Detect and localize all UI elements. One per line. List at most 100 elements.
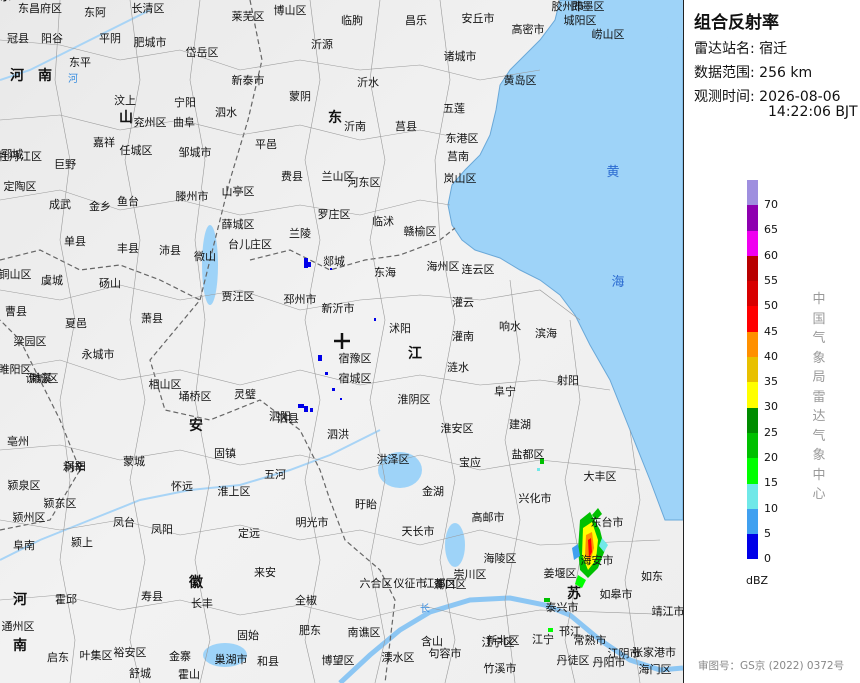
city-label: 肥东	[299, 624, 321, 637]
city-label: 响水	[499, 320, 521, 333]
province-label: 河	[10, 67, 24, 84]
city-label: 泗洪	[327, 427, 349, 441]
time-clock: 14:22:06 BJT	[768, 104, 858, 120]
radar-map[interactable]: 东昌府区 东阿 长清区莱芜区 博山区临朐 昌乐 安丘市高密市胶州市城阳区即墨区崂山区冠县阳…	[0, 0, 683, 683]
legend-swatch	[747, 205, 758, 231]
legend-swatch	[747, 534, 758, 560]
city-label: 灌云	[452, 296, 474, 309]
province-label: 苏	[567, 585, 581, 602]
legend-swatch	[747, 483, 758, 509]
city-label: 来安	[254, 565, 276, 579]
legend-tick: 35	[764, 375, 778, 389]
province-label: 江	[408, 345, 422, 362]
city-label: 淮安区	[441, 421, 474, 435]
river-label: 河	[68, 73, 78, 85]
city-label: 定陶区	[4, 179, 37, 193]
city-label: 新沂市	[322, 301, 355, 315]
city-label: 淮上区	[218, 485, 251, 498]
city-label: 牡丹江区	[0, 149, 42, 163]
city-label: 颍泉区	[8, 478, 41, 492]
city-label: 相山区	[149, 378, 182, 391]
province-label: 东	[328, 109, 342, 126]
city-label: 浦东	[0, 0, 11, 3]
city-label: 东昌府区	[18, 1, 62, 15]
time-date: 2026-08-06	[759, 89, 841, 105]
legend-swatch	[747, 432, 758, 459]
dbz-color-legend	[747, 180, 758, 560]
city-label: 黄岛区	[504, 73, 537, 87]
city-label: 利辛	[63, 460, 85, 474]
city-label: 安丘市	[462, 11, 495, 25]
city-label: 江宁	[532, 632, 554, 646]
city-label: 丹徒区	[557, 653, 590, 667]
city-label: 如皋市	[600, 587, 633, 601]
city-label: 丰县	[117, 242, 139, 255]
city-label: 莒县	[395, 120, 417, 133]
legend-unit: dBZ	[746, 574, 769, 587]
river-label: 长	[420, 603, 430, 615]
city-label: 昌乐	[405, 14, 427, 27]
city-label: 阜南	[13, 539, 35, 552]
city-label: 海安市	[581, 553, 614, 567]
city-label: 微山	[194, 249, 216, 263]
city-label: 盱眙	[355, 497, 377, 511]
city-label: 巢湖市	[215, 652, 248, 666]
city-label: 如东	[641, 569, 663, 583]
province-label: 河	[13, 591, 27, 608]
city-label: 亳州	[7, 434, 29, 448]
legend-tick: 0	[764, 552, 771, 566]
city-label: 东平	[69, 56, 91, 69]
city-label: 诸城市	[444, 49, 477, 63]
city-label: 岱岳区	[186, 45, 219, 59]
city-label: 霍山	[178, 668, 200, 681]
city-label: 罗庄区	[318, 207, 351, 221]
city-label: 临沭	[372, 214, 394, 228]
city-label: 含山	[421, 634, 443, 648]
city-label: 宿豫区	[339, 351, 372, 365]
city-label: 崂山区	[592, 28, 625, 41]
city-label: 薛城区	[222, 218, 255, 231]
city-label: 砀山	[99, 277, 121, 290]
range-label: 数据范围:	[694, 65, 755, 81]
city-label: 固始	[237, 628, 259, 642]
legend-swatch	[747, 331, 758, 358]
province-label: 南	[13, 637, 27, 654]
city-label: 高邮市	[472, 510, 505, 524]
city-label: 宝应	[459, 455, 481, 469]
city-label: 曹县	[5, 305, 27, 318]
legend-tick: 60	[764, 248, 778, 262]
legend-swatch	[747, 458, 758, 484]
station-value: 宿迁	[759, 41, 788, 57]
city-label: 五莲	[443, 102, 465, 115]
city-label: 蒙城	[123, 455, 145, 468]
city-label: 明光市	[296, 515, 329, 529]
city-label: 射阳	[557, 373, 579, 387]
city-label: 兖州区	[134, 115, 167, 129]
city-label: 城阳区	[564, 14, 597, 27]
city-label: 海州区	[427, 259, 460, 273]
city-label: 盐都区	[512, 448, 545, 461]
city-label: 海陵区	[484, 551, 517, 565]
city-label: 启东	[47, 651, 69, 664]
legend-tick: 30	[764, 400, 778, 414]
city-label: 谯城区	[26, 371, 59, 385]
city-label: 六合区	[360, 576, 393, 590]
city-label: 费县	[281, 170, 303, 183]
city-label: 贾汪区	[222, 290, 255, 303]
legend-tick: 40	[764, 349, 778, 363]
city-label: 寿县	[141, 589, 163, 603]
city-label: 成武	[49, 198, 71, 211]
sea-label: 黄	[606, 165, 619, 180]
legend-tick: 45	[764, 324, 778, 338]
city-label: 凤阳	[151, 523, 173, 536]
city-label: 沭阳	[389, 322, 411, 335]
city-label: 高密市	[512, 22, 545, 36]
range-row: 数据范围: 256 km	[694, 62, 812, 82]
city-label: 叶集区	[80, 648, 113, 662]
city-label: 台儿庄区	[228, 237, 272, 251]
city-label: 溧水区	[382, 650, 415, 664]
city-label: 永城市	[82, 347, 115, 361]
city-label: 通州区	[2, 620, 35, 633]
city-label: 海门区	[639, 662, 672, 676]
city-label: 东阿	[84, 6, 106, 19]
